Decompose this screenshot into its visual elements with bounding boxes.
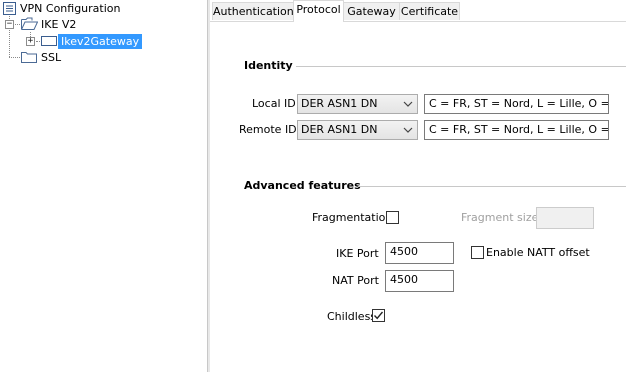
- tree-item-label: IKE V2: [41, 18, 77, 31]
- gateway-icon: [41, 36, 57, 46]
- local-id-label: Local ID: [252, 97, 296, 110]
- natt-offset-checkbox[interactable]: [471, 246, 484, 259]
- tree-item-label: Ikev2Gateway: [61, 35, 140, 48]
- tree-connector: [36, 41, 40, 42]
- tree-item-ike-v2[interactable]: IKE V2: [41, 17, 76, 32]
- tab-authentication[interactable]: Authentication: [212, 2, 294, 20]
- tab-strip: Authentication Protocol Gateway Certific…: [210, 0, 626, 22]
- tab-gateway[interactable]: Gateway: [343, 2, 400, 20]
- tab-certificate[interactable]: Certificate: [399, 2, 460, 20]
- chevron-down-icon: [403, 127, 413, 133]
- remote-id-type-select[interactable]: DER ASN1 DN: [297, 120, 418, 140]
- fragmentation-checkbox[interactable]: [386, 211, 399, 224]
- fragment-size-label: Fragment size: [461, 211, 539, 224]
- childless-checkbox[interactable]: [372, 309, 385, 322]
- childless-label: Childless: [327, 310, 377, 323]
- remote-id-field[interactable]: C = FR, ST = Nord, L = Lille, O = Stc: [424, 120, 609, 140]
- tree-item-label: SSL: [41, 51, 62, 64]
- collapse-toggle[interactable]: −: [5, 20, 14, 29]
- nat-port-label: NAT Port: [332, 274, 379, 287]
- advanced-features-section-title: Advanced features: [244, 179, 361, 192]
- tree-item-vpn-configuration[interactable]: VPN Configuration: [20, 1, 120, 16]
- vpn-configuration-icon: [3, 2, 16, 15]
- remote-id-label: Remote ID: [239, 123, 297, 136]
- chevron-down-icon: [403, 101, 413, 107]
- remote-id-type-value: DER ASN1 DN: [301, 123, 378, 136]
- natt-offset-label: Enable NATT offset: [486, 246, 590, 259]
- open-folder-icon: [21, 17, 38, 30]
- ike-port-field[interactable]: 4500: [385, 242, 454, 264]
- checkmark-icon: [373, 311, 384, 320]
- expand-toggle[interactable]: +: [26, 37, 35, 46]
- section-divider: [358, 186, 626, 187]
- tree-item-ikev2gateway[interactable]: Ikev2Gateway: [58, 34, 143, 49]
- vpn-tree: VPN Configuration − IKE V2 + Ikev2Gatewa…: [0, 0, 207, 372]
- local-id-type-value: DER ASN1 DN: [301, 97, 378, 110]
- local-id-type-select[interactable]: DER ASN1 DN: [297, 94, 418, 114]
- fragment-size-field[interactable]: [536, 207, 594, 229]
- tree-item-label: VPN Configuration: [20, 2, 121, 15]
- gateway-settings-panel: Authentication Protocol Gateway Certific…: [210, 0, 626, 372]
- folder-icon: [21, 52, 37, 63]
- tab-protocol[interactable]: Protocol: [293, 0, 344, 22]
- ike-port-label: IKE Port: [336, 247, 379, 260]
- nat-port-field[interactable]: 4500: [385, 270, 454, 292]
- tree-item-ssl[interactable]: SSL: [41, 50, 61, 65]
- identity-section-title: Identity: [244, 59, 293, 72]
- fragmentation-label: Fragmentation: [312, 211, 393, 224]
- tree-connector: [9, 57, 20, 58]
- local-id-field[interactable]: C = FR, ST = Nord, L = Lille, O = Stc: [424, 94, 609, 114]
- section-divider: [296, 66, 626, 67]
